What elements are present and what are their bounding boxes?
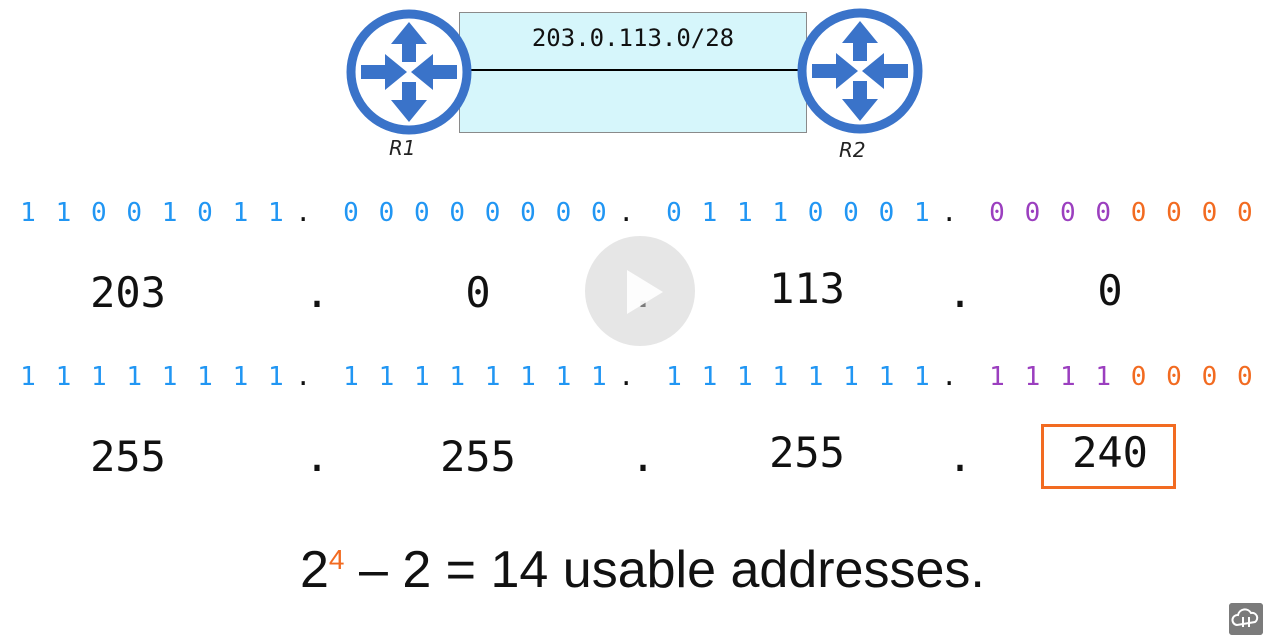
address-dot-1: . bbox=[304, 268, 330, 317]
mask-bit: 1 bbox=[555, 362, 572, 392]
mask-bit: 1 bbox=[913, 362, 930, 392]
mask-bit: 1 bbox=[126, 362, 143, 392]
address-octet-3: 113 bbox=[769, 264, 845, 313]
mask-dot-3: . bbox=[947, 432, 973, 481]
mask-bit: 1 bbox=[666, 362, 682, 392]
router-r1-label: R1 bbox=[389, 136, 416, 160]
router-r2-icon bbox=[797, 8, 923, 134]
address-bit: 0 bbox=[1024, 198, 1041, 228]
address-bit: 0 bbox=[1236, 198, 1253, 228]
address-bit: 0 bbox=[807, 198, 824, 228]
address-bit: 0 bbox=[90, 198, 107, 228]
address-dot: . bbox=[618, 198, 635, 228]
mask-octet-2: 255 bbox=[440, 432, 516, 481]
mask-bit: 1 bbox=[1024, 362, 1041, 392]
mask-bit: 1 bbox=[989, 362, 1005, 392]
mask-bit: 1 bbox=[232, 362, 249, 392]
mask-bit: 1 bbox=[267, 362, 284, 392]
mask-octet-4: 240 bbox=[1072, 428, 1148, 477]
mask-bit: 1 bbox=[484, 362, 501, 392]
subnet-label: 203.0.113.0/28 bbox=[531, 24, 735, 52]
mask-bit: 1 bbox=[807, 362, 824, 392]
address-bit: 0 bbox=[197, 198, 213, 228]
mask-bit: 1 bbox=[878, 362, 895, 392]
formula-base: 2 bbox=[300, 541, 329, 599]
address-bit: 0 bbox=[843, 198, 859, 228]
mask-bit: 1 bbox=[55, 362, 72, 392]
address-bit: 1 bbox=[267, 198, 284, 228]
address-bit: 0 bbox=[520, 198, 536, 228]
address-octet-4: 0 bbox=[1097, 266, 1123, 315]
usable-addresses-formula: 24 – 2 = 14 usable addresses. bbox=[300, 540, 985, 600]
mask-bit: 1 bbox=[161, 362, 178, 392]
address-dot: . bbox=[295, 198, 312, 228]
address-bit: 0 bbox=[484, 198, 501, 228]
address-bit: 0 bbox=[666, 198, 682, 228]
mask-bit: 1 bbox=[20, 362, 36, 392]
formula-rest: – 2 = 14 usable addresses. bbox=[344, 541, 985, 599]
address-bit: 0 bbox=[1166, 198, 1182, 228]
address-bit: 0 bbox=[1130, 198, 1147, 228]
address-dot-3: . bbox=[947, 268, 973, 317]
mask-bit: 1 bbox=[1095, 362, 1112, 392]
mask-bit: 1 bbox=[590, 362, 607, 392]
address-bit: 1 bbox=[232, 198, 249, 228]
mask-dot-1: . bbox=[304, 432, 330, 481]
mask-bit: 1 bbox=[520, 362, 536, 392]
address-octet-1: 203 bbox=[90, 268, 166, 317]
formula-exponent: 4 bbox=[328, 544, 345, 575]
mask-bit: 0 bbox=[1236, 362, 1253, 392]
address-bit: 0 bbox=[378, 198, 395, 228]
link-line bbox=[470, 69, 800, 71]
mask-dot: . bbox=[295, 362, 312, 392]
address-bit: 1 bbox=[55, 198, 72, 228]
mask-dot: . bbox=[941, 362, 958, 392]
mask-bit: 0 bbox=[1130, 362, 1147, 392]
mask-bit: 1 bbox=[1059, 362, 1076, 392]
mask-bit: 1 bbox=[413, 362, 430, 392]
address-bit: 1 bbox=[736, 198, 753, 228]
mask-bit: 1 bbox=[197, 362, 213, 392]
mask-octet-1: 255 bbox=[90, 432, 166, 481]
mask-bit: 0 bbox=[1201, 362, 1218, 392]
address-bit: 0 bbox=[343, 198, 359, 228]
mask-bit: 0 bbox=[1166, 362, 1182, 392]
mask-bit: 1 bbox=[772, 362, 789, 392]
mask-bit: 1 bbox=[449, 362, 466, 392]
mask-bit: 1 bbox=[378, 362, 395, 392]
address-bit: 0 bbox=[590, 198, 607, 228]
mask-dot: . bbox=[618, 362, 635, 392]
mask-bit: 1 bbox=[843, 362, 859, 392]
address-bit: 1 bbox=[772, 198, 789, 228]
address-bit: 0 bbox=[449, 198, 466, 228]
address-bit: 0 bbox=[989, 198, 1005, 228]
address-bit: 0 bbox=[126, 198, 143, 228]
mask-dot-2: . bbox=[630, 432, 656, 481]
mask-bit: 1 bbox=[701, 362, 718, 392]
address-bit: 0 bbox=[878, 198, 895, 228]
address-bit: 0 bbox=[1059, 198, 1076, 228]
address-dot: . bbox=[941, 198, 958, 228]
address-bit: 1 bbox=[913, 198, 930, 228]
mask-octet-3: 255 bbox=[769, 428, 845, 477]
address-bit: 0 bbox=[1201, 198, 1218, 228]
address-bit: 1 bbox=[701, 198, 718, 228]
address-bit: 1 bbox=[161, 198, 178, 228]
router-r2-label: R2 bbox=[839, 138, 866, 162]
router-r1-icon bbox=[346, 9, 472, 135]
address-octet-2: 0 bbox=[465, 268, 491, 317]
cloud-logo-icon bbox=[1229, 603, 1263, 635]
mask-bit: 1 bbox=[90, 362, 107, 392]
mask-bit: 1 bbox=[343, 362, 359, 392]
address-bit: 0 bbox=[1095, 198, 1112, 228]
mask-bit: 1 bbox=[736, 362, 753, 392]
address-bit: 1 bbox=[20, 198, 36, 228]
address-bit: 0 bbox=[555, 198, 572, 228]
address-bit: 0 bbox=[413, 198, 430, 228]
play-icon[interactable] bbox=[627, 270, 663, 314]
